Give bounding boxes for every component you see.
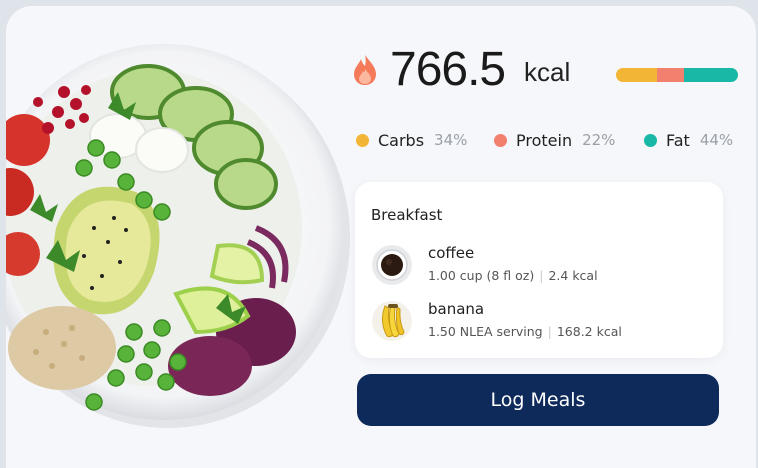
macro-legend-protein: Protein 22% <box>494 126 615 154</box>
food-detail: 1.50 NLEA serving | 168.2 kcal <box>428 324 622 339</box>
food-amount: 1.50 NLEA serving <box>428 324 543 339</box>
separator: | <box>547 324 552 339</box>
meal-summary-card: 766.5 kcal Carbs 34% Protein 22% Fat 44%… <box>6 6 756 468</box>
coffee-cup-icon <box>372 245 412 285</box>
macro-name: Fat <box>666 130 690 150</box>
flame-icon <box>354 55 376 85</box>
macro-percent: 22% <box>582 131 616 149</box>
macro-distribution-bar <box>616 68 738 82</box>
food-item-coffee[interactable]: coffee 1.00 cup (8 fl oz) | 2.4 kcal <box>371 242 711 290</box>
fat-dot-icon <box>644 133 657 147</box>
protein-dot-icon <box>494 133 507 147</box>
macro-legend: Carbs 34% Protein 22% Fat 44% <box>356 126 756 156</box>
salad-bowl-illustration <box>6 44 350 428</box>
breakfast-card[interactable]: Breakfast coffee 1.00 cup (8 fl oz) | 2.4 … <box>355 182 723 358</box>
carbs-dot-icon <box>356 133 369 147</box>
macro-name: Protein <box>516 130 573 150</box>
macro-legend-carbs: Carbs 34% <box>356 126 467 154</box>
macro-bar-carbs <box>616 68 658 82</box>
macro-legend-fat: Fat 44% <box>644 126 733 154</box>
macro-name: Carbs <box>378 130 425 150</box>
banana-icon <box>372 301 412 341</box>
food-calories: 168.2 kcal <box>556 324 622 339</box>
macro-bar-fat <box>684 68 738 82</box>
salad-bowl-image <box>6 32 356 432</box>
macro-percent: 44% <box>699 131 734 149</box>
calorie-summary: 766.5 kcal <box>352 40 752 100</box>
calories-value: 766.5 <box>390 43 506 96</box>
separator: | <box>539 268 544 283</box>
log-meals-button[interactable]: Log Meals <box>357 374 719 426</box>
food-detail: 1.00 cup (8 fl oz) | 2.4 kcal <box>428 268 598 283</box>
food-calories: 2.4 kcal <box>548 268 598 283</box>
calories-unit: kcal <box>524 57 571 87</box>
food-name: banana <box>428 300 485 318</box>
food-name: coffee <box>428 244 475 262</box>
food-item-banana[interactable]: banana 1.50 NLEA serving | 168.2 kcal <box>371 298 711 346</box>
meal-title: Breakfast <box>371 206 443 224</box>
macro-bar-protein <box>657 68 685 82</box>
food-amount: 1.00 cup (8 fl oz) <box>428 268 535 283</box>
macro-percent: 34% <box>434 131 468 149</box>
